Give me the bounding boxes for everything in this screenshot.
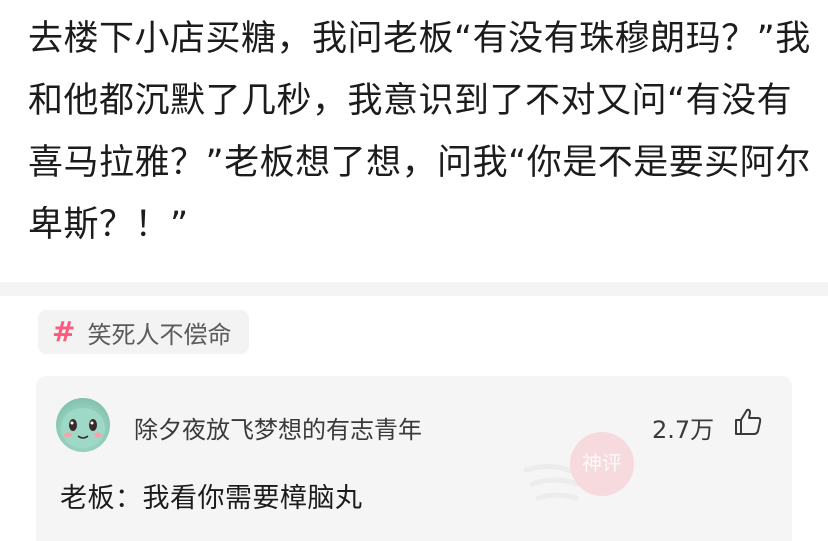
like-count: 2.7万 [652,416,715,444]
avatar[interactable] [56,398,110,452]
thumbs-up-icon[interactable] [732,406,764,438]
top-comment-badge: 神评 [522,414,638,514]
avatar-image [61,408,105,448]
topic-label: 笑死人不偿命 [87,320,232,349]
hash-icon: # [52,315,76,348]
badge-text: 神评 [582,451,622,475]
topic-tag[interactable]: # 笑死人不偿命 [38,310,250,354]
post-body: 去楼下小店买糖，我问老板“有没有珠穆朗玛？”我和他都沉默了几秒，我意识到了不对又… [0,0,828,282]
top-comment[interactable]: 除夕夜放飞梦想的有志青年 神评 2.7万 老板：我看你需要樟脑丸 [36,376,792,541]
comment-username[interactable]: 除夕夜放飞梦想的有志青年 [134,410,422,445]
comment-text: 老板：我看你需要樟脑丸 [60,483,363,514]
comment-section: # 笑死人不偿命 除夕夜放飞梦想的有志青年 神评 2.7万 老板：我看你需要樟脑… [0,296,828,541]
post-text: 去楼下小店买糖，我问老板“有没有珠穆朗玛？”我和他都沉默了几秒，我意识到了不对又… [28,19,811,245]
